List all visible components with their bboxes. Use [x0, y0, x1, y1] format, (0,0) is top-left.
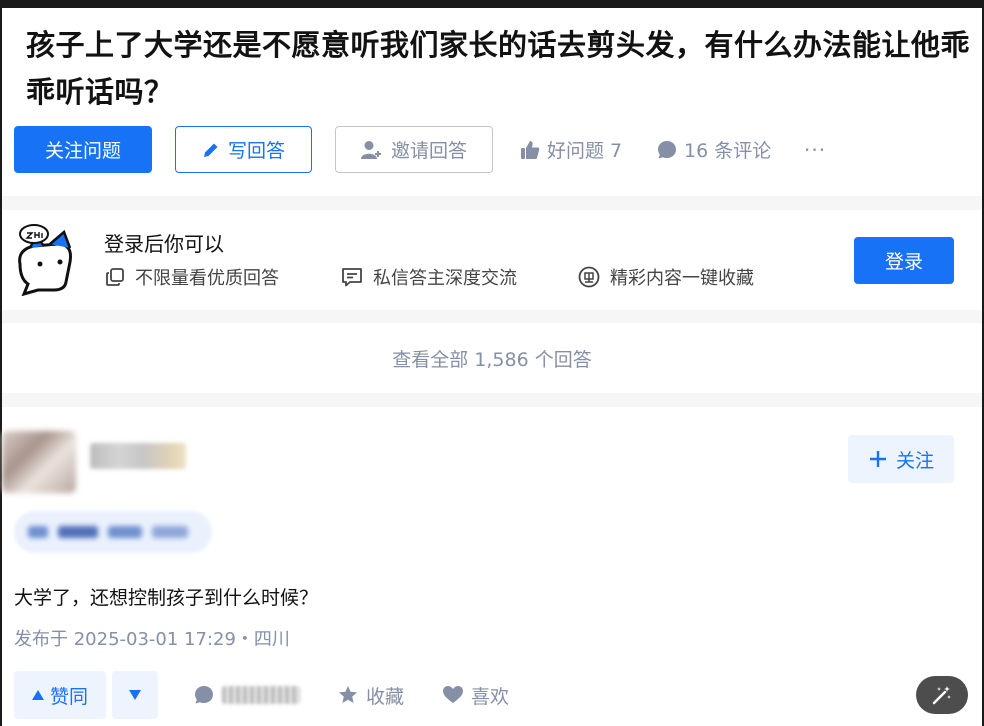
good-question-button[interactable]: 好问题 7 — [520, 126, 622, 173]
star-icon — [338, 685, 358, 705]
follow-question-label: 关注问题 — [44, 140, 121, 162]
follow-question-button[interactable]: 关注问题 — [14, 126, 152, 173]
feature-unlimited-answers: 不限量看优质回答 — [105, 264, 279, 290]
answer-publish-time: 发布于 2025-03-01 17:29・四川 — [14, 629, 290, 650]
feature-label: 不限量看优质回答 — [135, 268, 279, 289]
comment-icon — [194, 685, 214, 705]
more-options-button[interactable]: ··· — [804, 126, 826, 173]
feature-private-message: 私信答主深度交流 — [341, 264, 517, 290]
author-name-blurred[interactable] — [90, 443, 186, 469]
login-label: 登录 — [884, 251, 923, 273]
question-comments-label: 16 条评论 — [684, 140, 772, 162]
favorite-button[interactable]: 收藏 — [338, 671, 404, 719]
author-badge-blurred — [14, 511, 212, 553]
invite-answer-button[interactable]: 邀请回答 — [335, 126, 493, 173]
write-answer-button[interactable]: 写回答 — [175, 126, 312, 173]
copy-icon — [105, 267, 125, 287]
question-comments-button[interactable]: 16 条评论 — [657, 126, 771, 173]
free-badge-icon — [578, 266, 600, 288]
more-options-label: ··· — [804, 137, 827, 162]
follow-author-button[interactable]: 关注 — [848, 435, 954, 483]
question-title: 孩子上了大学还是不愿意听我们家长的话去剪头发，有什么办法能让他乖乖听话吗？ — [26, 28, 971, 109]
answer-card: 关注 大学了，还想控制孩子到什么时候？ 发布于 2025-03-01 17:29… — [2, 407, 982, 726]
magic-wand-button[interactable] — [916, 676, 968, 714]
triangle-up-icon — [31, 690, 44, 700]
answer-comments-button[interactable] — [194, 671, 300, 719]
view-all-answers-label: 查看全部 1,586 个回答 — [392, 348, 592, 371]
zhihu-mascot-logo — [14, 224, 78, 296]
magic-wand-icon — [931, 684, 953, 706]
feature-one-click-favorite: 精彩内容一键收藏 — [578, 264, 754, 290]
triangle-down-icon — [129, 690, 141, 700]
message-icon — [341, 267, 363, 287]
login-prompt-title: 登录后你可以 — [104, 232, 224, 256]
upvote-label: 赞同 — [49, 685, 88, 708]
window-top-border — [0, 0, 984, 8]
view-all-answers-link[interactable]: 查看全部 1,586 个回答 — [2, 323, 982, 393]
comment-count-blurred — [222, 686, 300, 704]
favorite-label: 收藏 — [366, 685, 405, 708]
invite-user-icon — [360, 140, 383, 160]
login-prompt-card: 登录后你可以 不限量看优质回答 私信答主深度交流 精彩内容一键收藏 登录 — [2, 210, 982, 310]
like-button[interactable]: 喜欢 — [443, 671, 509, 719]
question-card: 孩子上了大学还是不愿意听我们家长的话去剪头发，有什么办法能让他乖乖听话吗？ 关注… — [2, 8, 982, 196]
downvote-button[interactable] — [112, 671, 158, 719]
plus-icon — [868, 449, 888, 469]
avatar[interactable] — [2, 431, 76, 493]
good-question-label: 好问题 7 — [547, 140, 623, 162]
heart-icon — [443, 686, 463, 704]
thumbs-up-icon — [520, 140, 540, 160]
upvote-button[interactable]: 赞同 — [14, 671, 106, 719]
follow-author-label: 关注 — [895, 449, 934, 472]
login-button[interactable]: 登录 — [854, 237, 954, 284]
pencil-icon — [202, 141, 220, 159]
answer-content: 大学了，还想控制孩子到什么时候？ — [14, 587, 319, 609]
write-answer-label: 写回答 — [227, 140, 285, 162]
feature-label: 精彩内容一键收藏 — [610, 268, 754, 289]
comment-icon — [657, 140, 677, 160]
invite-answer-label: 邀请回答 — [390, 140, 467, 162]
like-label: 喜欢 — [471, 685, 510, 708]
feature-label: 私信答主深度交流 — [373, 268, 517, 289]
